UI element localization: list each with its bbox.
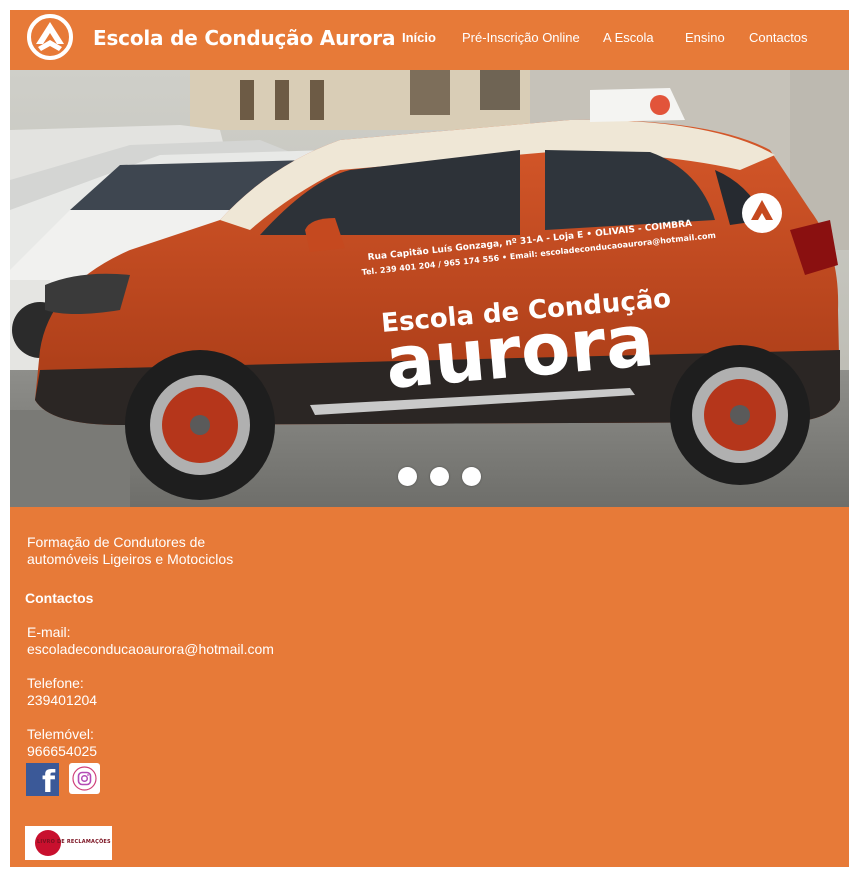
nav-item-contactos[interactable]: Contactos	[749, 30, 808, 45]
tagline-text: Formação de Condutores de automóveis Lig…	[27, 534, 234, 567]
mobile-label: Telemóvel:	[27, 726, 94, 742]
contacts-heading: Contactos	[25, 590, 94, 606]
email-label: E-mail:	[27, 624, 71, 640]
instagram-icon[interactable]	[69, 763, 100, 794]
nav-item-pre-inscricao[interactable]: Pré-Inscrição Online	[462, 30, 580, 45]
site-header: Escola de Condução Aurora Início Pré-Ins…	[10, 10, 849, 70]
hero-carousel[interactable]: Rua Capitão Luís Gonzaga, nº 31-A - Loja…	[10, 70, 849, 507]
social-links: f	[26, 763, 100, 798]
mobile-value[interactable]: 966654025	[27, 743, 97, 760]
nav-item-ensino[interactable]: Ensino	[685, 30, 725, 45]
hero-car-photo: Rua Capitão Luís Gonzaga, nº 31-A - Loja…	[10, 70, 849, 507]
page-frame: Escola de Condução Aurora Início Pré-Ins…	[10, 10, 849, 867]
main-nav: Início Pré-Inscrição Online A Escola Ens…	[10, 30, 849, 50]
carousel-dots	[398, 467, 481, 486]
complaints-book-label: LIVRO DE RECLAMAÇÕES	[37, 839, 111, 845]
complaints-book-badge[interactable]: LIVRO DE RECLAMAÇÕES	[25, 826, 112, 860]
carousel-dot-2[interactable]	[430, 467, 449, 486]
nav-item-a-escola[interactable]: A Escola	[603, 30, 654, 45]
phone-label: Telefone:	[27, 675, 84, 691]
footer-section: Formação de Condutores de automóveis Lig…	[10, 507, 849, 867]
carousel-dot-1[interactable]	[398, 467, 417, 486]
carousel-dot-3[interactable]	[462, 467, 481, 486]
email-value[interactable]: escoladeconducaoaurora@hotmail.com	[27, 641, 274, 658]
nav-item-inicio[interactable]: Início	[402, 30, 436, 45]
facebook-icon[interactable]: f	[26, 763, 59, 798]
phone-value[interactable]: 239401204	[27, 692, 97, 709]
